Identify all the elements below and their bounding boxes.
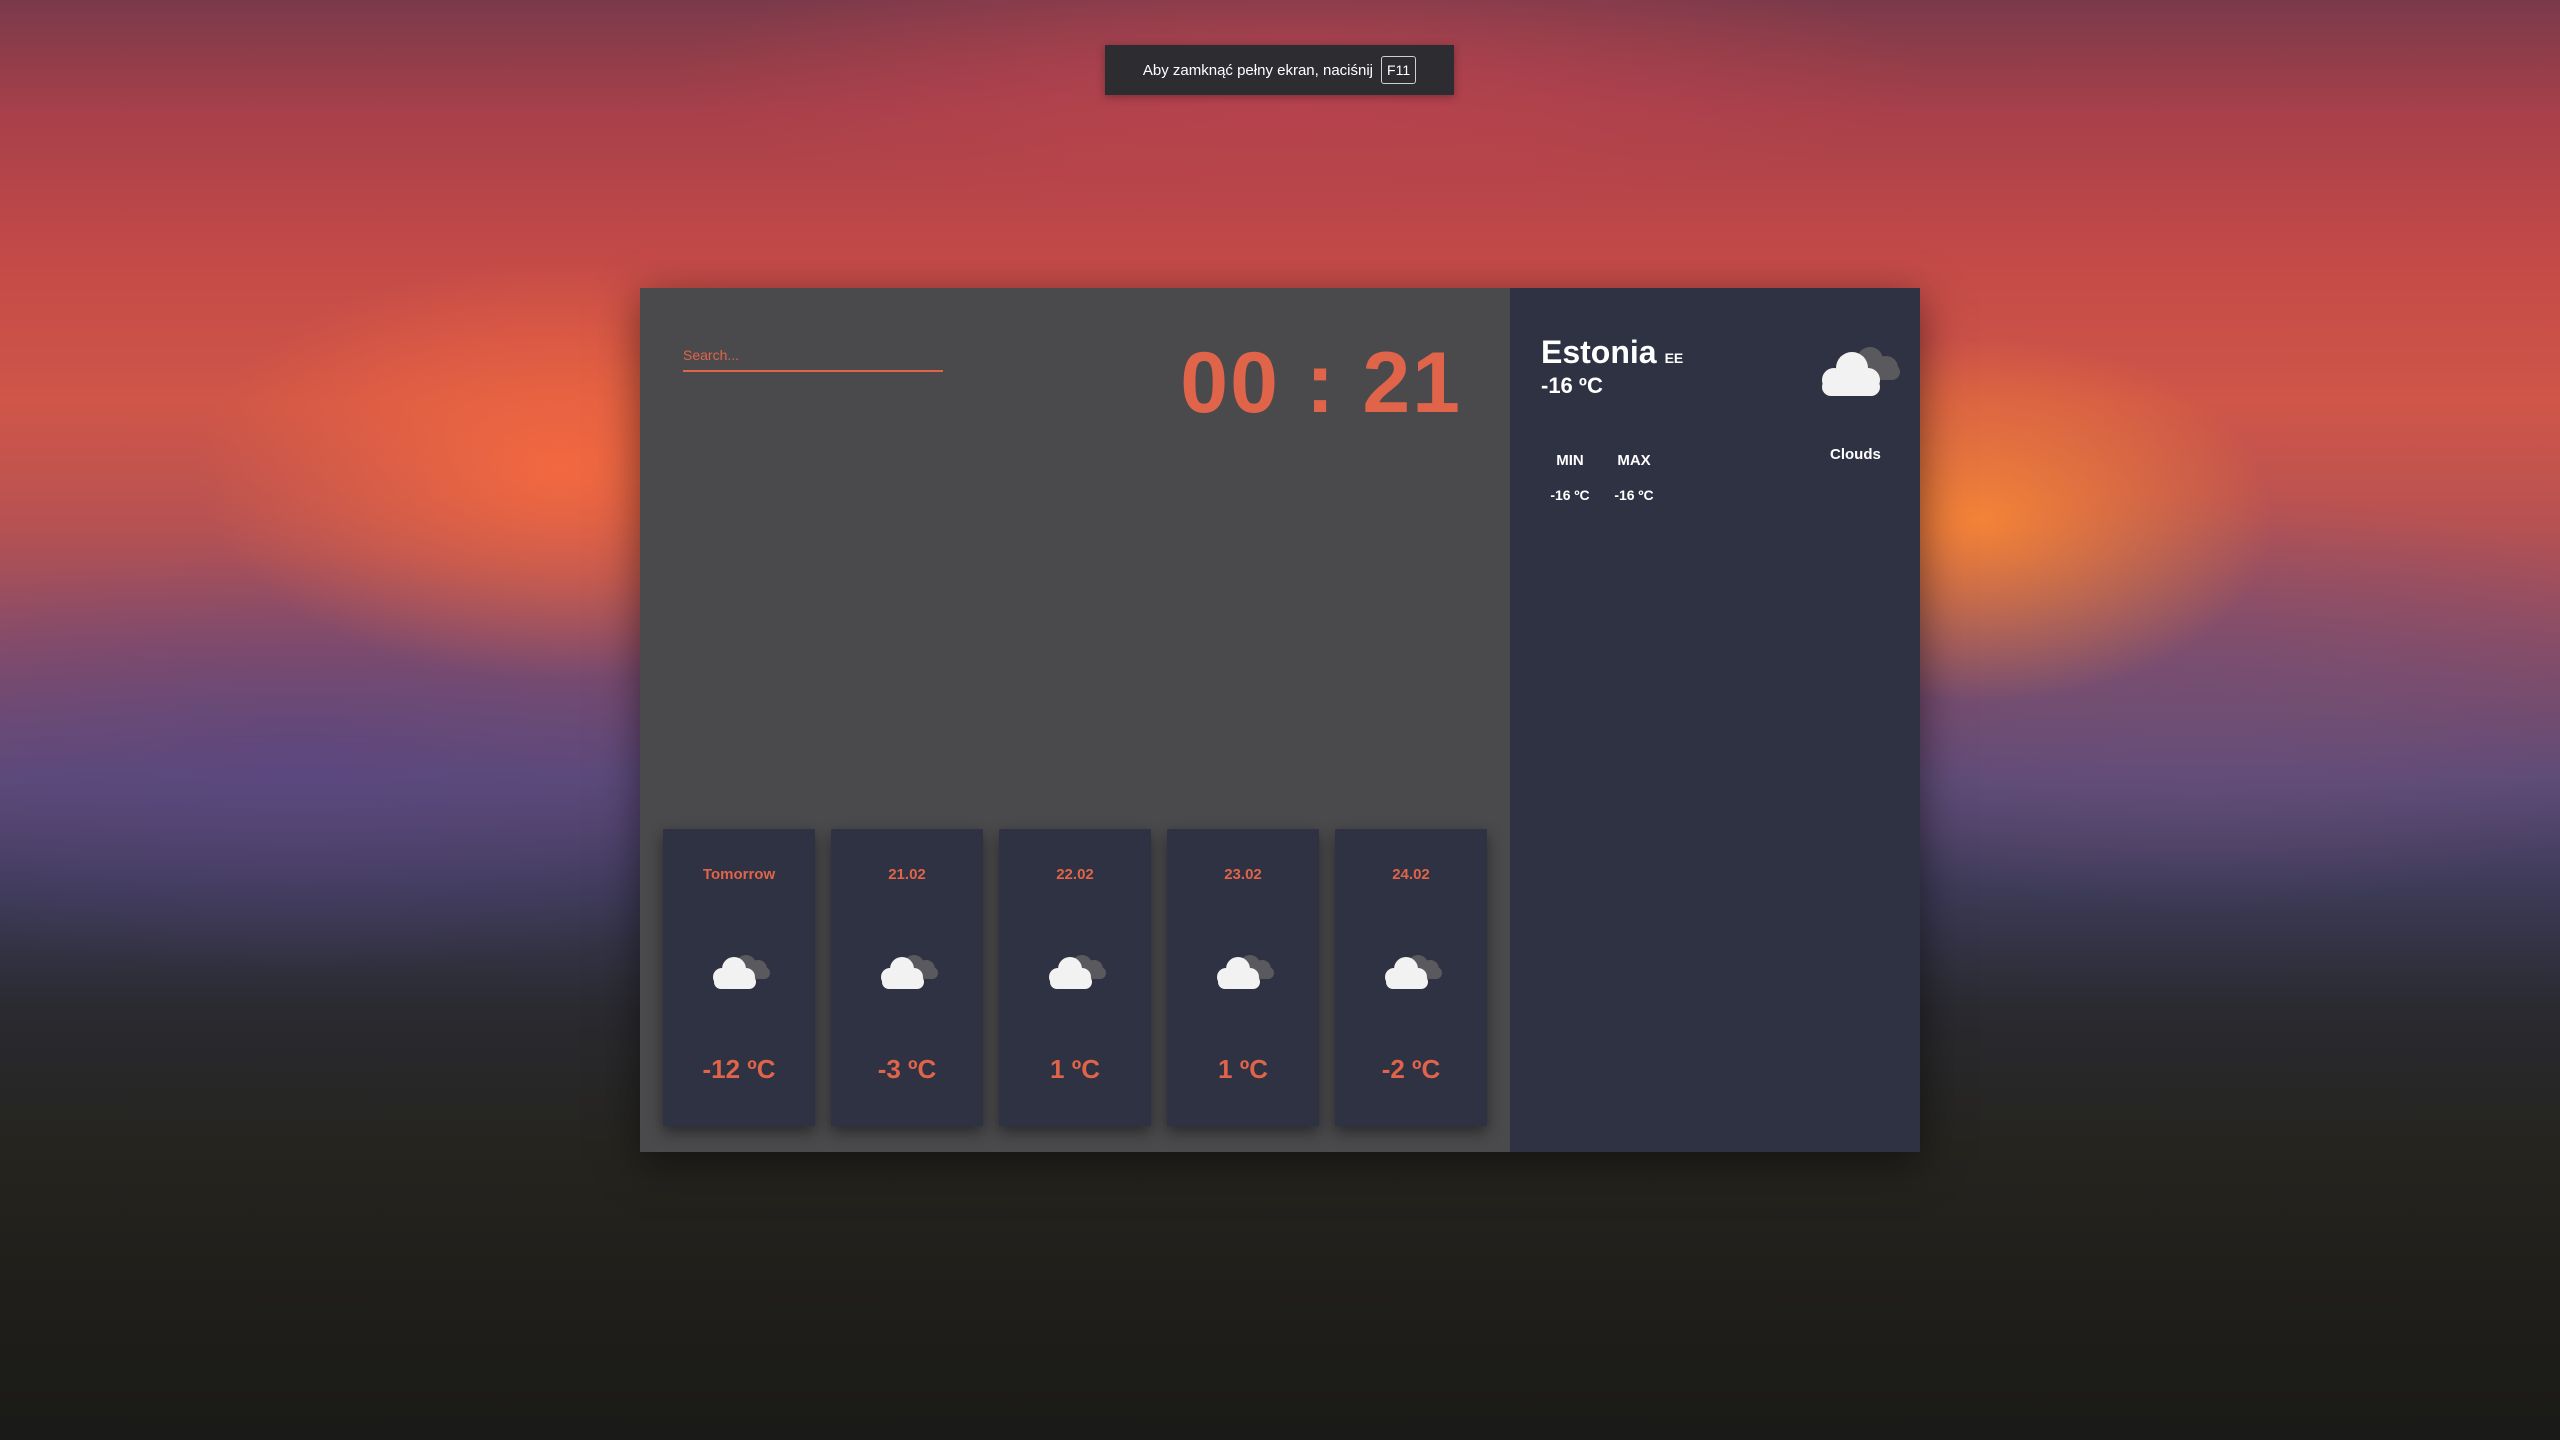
max-value: -16 ºC xyxy=(1614,487,1654,503)
forecast-temp: -2 ºC xyxy=(1381,1054,1441,1084)
forecast-day-label: 24.02 xyxy=(1392,866,1430,883)
forecast-day-label: Tomorrow xyxy=(702,866,776,883)
min-max: MIN -16 ºC MAX -16 ºC xyxy=(1548,452,1656,503)
fullscreen-key: F11 xyxy=(1381,56,1417,84)
main-panel: 00 : 21 Tomorrow -12 ºC 21.02 -3 ºC 22. xyxy=(640,288,1510,1152)
fullscreen-notice-text: Aby zamknąć pełny ekran, naciśnij xyxy=(1142,61,1374,79)
weather-app: 00 : 21 Tomorrow -12 ºC 21.02 -3 ºC 22. xyxy=(640,288,1920,1152)
clouds-icon xyxy=(881,955,938,989)
forecast-temp: -3 ºC xyxy=(877,1054,937,1084)
max-column: MAX -16 ºC xyxy=(1612,452,1656,503)
forecast-day-label: 22.02 xyxy=(1056,866,1094,883)
fullscreen-notice: Aby zamknąć pełny ekran, naciśnij F11 xyxy=(1105,45,1454,95)
min-label: MIN xyxy=(1556,452,1584,469)
max-label: MAX xyxy=(1617,452,1651,469)
clouds-icon xyxy=(1049,955,1106,989)
min-column: MIN -16 ºC xyxy=(1548,452,1592,503)
country-name: Estonia xyxy=(1541,334,1657,370)
forecast-card: Tomorrow -12 ºC xyxy=(663,829,815,1126)
search-input[interactable] xyxy=(683,340,943,372)
current-weather-panel: Estonia EE -16 ºC Clouds MIN -16 ºC MAX -… xyxy=(1510,288,1920,1152)
clouds-icon xyxy=(1217,955,1274,989)
forecast-list: Tomorrow -12 ºC 21.02 -3 ºC 22.02 1 ºC 2… xyxy=(663,829,1487,1126)
clouds-icon xyxy=(1822,347,1900,396)
location: Estonia EE xyxy=(1541,334,1683,371)
forecast-temp: 1 ºC xyxy=(1218,1054,1268,1084)
forecast-day-label: 23.02 xyxy=(1224,866,1262,883)
forecast-card: 24.02 -2 ºC xyxy=(1335,829,1487,1126)
forecast-day-label: 21.02 xyxy=(888,866,926,883)
min-value: -16 ºC xyxy=(1550,487,1590,503)
weather-condition: Clouds xyxy=(1830,446,1881,463)
country-code: EE xyxy=(1664,350,1684,366)
forecast-temp: -12 ºC xyxy=(702,1054,776,1084)
forecast-card: 21.02 -3 ºC xyxy=(831,829,983,1126)
clock: 00 : 21 xyxy=(1180,335,1462,431)
forecast-card: 23.02 1 ºC xyxy=(1167,829,1319,1126)
forecast-card: 22.02 1 ºC xyxy=(999,829,1151,1126)
clouds-icon xyxy=(713,955,770,989)
forecast-temp: 1 ºC xyxy=(1050,1054,1100,1084)
clouds-icon xyxy=(1385,955,1442,989)
current-temp: -16 ºC xyxy=(1541,373,1603,398)
